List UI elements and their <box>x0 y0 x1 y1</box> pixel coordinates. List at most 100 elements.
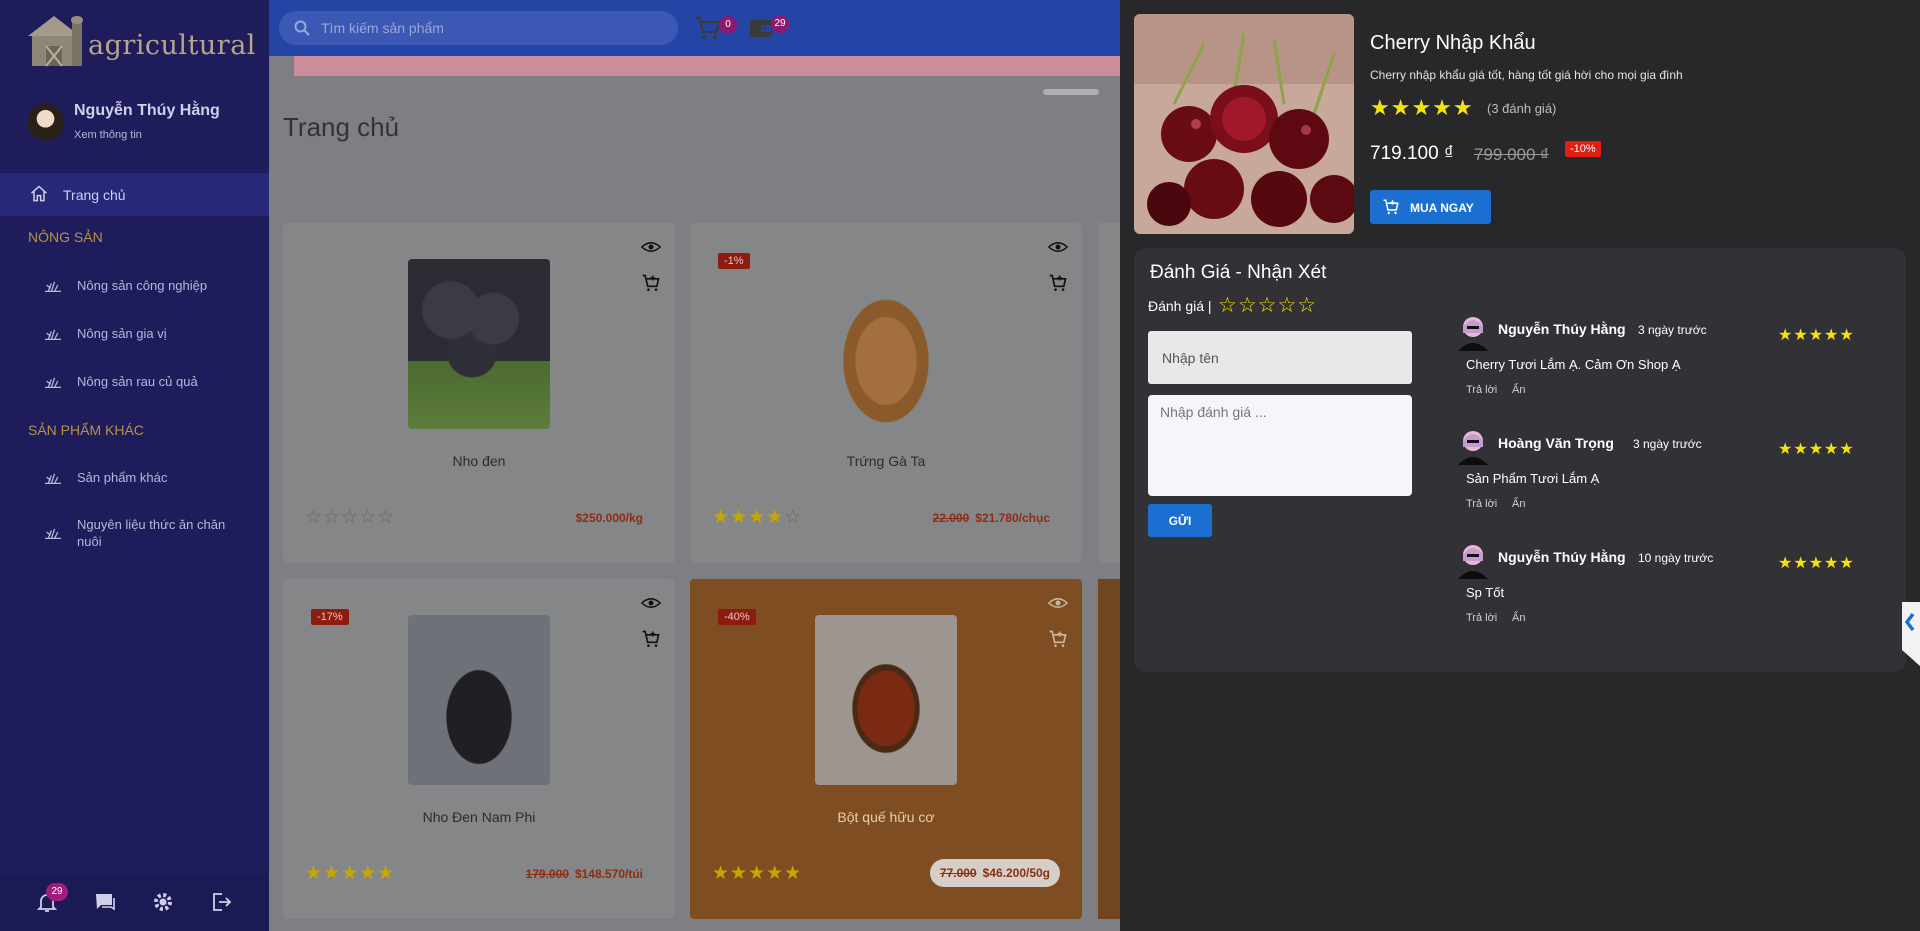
review-time: 10 ngày trước <box>1638 551 1714 565</box>
product-detail-drawer: Cherry Nhập Khẩu Cherry nhập khẩu giá tố… <box>1120 0 1920 931</box>
eye-icon[interactable] <box>641 239 661 255</box>
reviewer-name: Nguyễn Thúy Hằng <box>1498 549 1626 565</box>
reply-link[interactable]: Trả lời <box>1466 612 1497 624</box>
hide-link[interactable]: Ẩn <box>1512 498 1525 510</box>
user-name: Nguyễn Thúy Hằng <box>74 102 220 119</box>
avatar <box>27 104 64 141</box>
reviewer-avatar <box>1458 431 1488 465</box>
sidebar-item-label: Sản phẩm khác <box>77 470 168 485</box>
reply-link[interactable]: Trả lời <box>1466 384 1497 396</box>
add-to-cart-icon[interactable] <box>1048 629 1068 649</box>
product-card[interactable]: -1% Trứng Gà Ta ★★★★☆ 22.000 $21.780/chục <box>690 223 1082 563</box>
review-stars: ★★★★★ <box>1778 327 1855 344</box>
price-value: $148.570/túi <box>574 867 643 881</box>
product-description: Cherry nhập khẩu giá tốt, hàng tốt giá h… <box>1370 68 1683 82</box>
chat-icon[interactable] <box>93 890 117 914</box>
sidebar-item-industrial[interactable]: Nông sản công nghiệp <box>0 265 269 305</box>
discount-badge: -17% <box>311 609 349 625</box>
product-name: Bột quế hữu cơ <box>837 809 935 825</box>
page-title: Trang chủ <box>283 112 400 142</box>
product-price: 179.000 $148.570/túi <box>526 867 643 881</box>
logo[interactable]: agricultural <box>28 12 255 68</box>
add-to-cart-icon[interactable] <box>641 629 661 649</box>
sidebar-item-other-products[interactable]: Sản phẩm khác <box>0 457 269 497</box>
review-stars: ★★★★★ <box>1778 441 1855 458</box>
review-stars: ★★★★★ <box>1778 555 1855 572</box>
review-panel: Đánh Giá - Nhận Xét Đánh giá | ☆☆☆☆☆ GỬI… <box>1134 248 1906 672</box>
add-to-cart-icon[interactable] <box>1048 273 1068 293</box>
review-time: 3 ngày trước <box>1638 323 1707 337</box>
review-panel-title: Đánh Giá - Nhận Xét <box>1150 262 1327 283</box>
product-image-cinnamon[interactable] <box>815 615 957 785</box>
barn-logo-icon <box>28 16 83 67</box>
section-heading-other: SẢN PHẨM KHÁC <box>28 422 144 438</box>
sidebar-item-animal-feed[interactable]: Nguyên liệu thức ăn chăn nuôi <box>0 504 269 552</box>
product-card[interactable]: -17% Nho Đen Nam Phi ★★★★★ 179.000 $148.5… <box>283 579 675 919</box>
logout-icon[interactable] <box>209 890 233 914</box>
cherry-image <box>1134 14 1354 234</box>
product-rating: ★★★★★ <box>305 863 396 884</box>
logo-text: agricultural <box>88 30 256 61</box>
review-time: 3 ngày trước <box>1633 437 1702 451</box>
product-price: 22.000 $21.780/chục <box>933 511 1050 525</box>
eye-icon[interactable] <box>1048 239 1068 255</box>
product-image-eggs[interactable] <box>815 259 957 429</box>
rating-input-stars[interactable]: ☆☆☆☆☆ <box>1218 293 1317 318</box>
product-price: 77.000 $46.200/50g <box>929 859 1060 887</box>
product-card-partial[interactable] <box>1098 223 1120 563</box>
view-profile-link[interactable]: Xem thông tin <box>74 129 142 141</box>
product-image-grapes[interactable] <box>408 259 550 429</box>
product-old-price: 799.000 ₫ <box>1474 145 1549 164</box>
sidebar-item-home[interactable]: Trang chủ <box>0 173 269 216</box>
hide-link[interactable]: Ẩn <box>1512 384 1525 396</box>
discount-badge: -1% <box>718 253 750 269</box>
reviewer-avatar <box>1458 317 1488 351</box>
product-image-black-grapes[interactable] <box>408 615 550 785</box>
eye-icon[interactable] <box>641 595 661 611</box>
sidebar-item-vegetables[interactable]: Nông sản rau củ quả <box>0 361 269 401</box>
sidebar-item-label: Trang chủ <box>63 187 126 203</box>
product-image-cherry <box>1134 14 1354 234</box>
review-text: Sản Phẩm Tươi Lắm Ạ <box>1466 471 1600 486</box>
plant-icon <box>45 473 61 485</box>
sidebar: agricultural Nguyễn Thúy Hằng Xem thông … <box>0 0 269 931</box>
sidebar-footer <box>0 874 269 931</box>
product-card-partial[interactable] <box>1098 579 1120 919</box>
eye-icon[interactable] <box>1048 595 1068 611</box>
product-card[interactable]: Nho đen ☆☆☆☆☆ $250.000/kg <box>283 223 675 563</box>
sidebar-item-label: Nông sản gia vị <box>77 326 167 341</box>
product-name: Nho đen <box>452 453 506 469</box>
discount-badge: -40% <box>718 609 756 625</box>
add-to-cart-icon[interactable] <box>641 273 661 293</box>
sidebar-item-label: Nguyên liệu thức ăn chăn nuôi <box>77 517 226 549</box>
review-item: Nguyễn Thúy Hằng 10 ngày trước ★★★★★ Sp … <box>1456 541 1876 651</box>
drawer-collapse-tab[interactable] <box>1894 602 1920 666</box>
buy-now-button[interactable]: MUA NGAY <box>1370 190 1491 224</box>
gear-icon[interactable] <box>151 890 175 914</box>
sidebar-item-spices[interactable]: Nông sản gia vị <box>0 313 269 353</box>
review-count[interactable]: (3 đánh giá) <box>1487 101 1556 116</box>
user-profile[interactable]: Nguyễn Thúy Hằng Xem thông tin <box>27 102 257 146</box>
rating-label: Đánh giá | <box>1148 298 1212 314</box>
carousel-indicator[interactable] <box>1043 89 1099 95</box>
reviewer-name-input[interactable] <box>1148 331 1412 384</box>
top-bar: 0 29 <box>269 0 1120 56</box>
old-price: 179.000 <box>525 867 569 881</box>
search-input[interactable] <box>321 19 661 37</box>
sidebar-item-label: Nông sản rau củ quả <box>77 374 198 389</box>
review-text-input[interactable] <box>1148 395 1412 496</box>
review-text: Cherry Tươi Lắm Ạ. Cảm Ơn Shop Ạ <box>1466 357 1681 372</box>
reply-link[interactable]: Trả lời <box>1466 498 1497 510</box>
product-rating: ★★★★★ <box>712 863 803 884</box>
product-card[interactable]: -40% Bột quế hữu cơ ★★★★★ 77.000 $46.200/… <box>690 579 1082 919</box>
submit-review-button[interactable]: GỬI <box>1148 504 1212 537</box>
hide-link[interactable]: Ẩn <box>1512 612 1525 624</box>
product-price: 719.100 ₫ <box>1370 143 1454 164</box>
plant-icon <box>45 281 61 293</box>
reviewer-name: Hoàng Văn Trọng <box>1498 435 1614 451</box>
discount-badge: -10% <box>1565 141 1601 157</box>
banner-strip <box>294 56 1120 76</box>
product-price: $250.000/kg <box>576 511 643 525</box>
home-icon <box>31 185 47 202</box>
cart-icon[interactable] <box>694 14 722 42</box>
